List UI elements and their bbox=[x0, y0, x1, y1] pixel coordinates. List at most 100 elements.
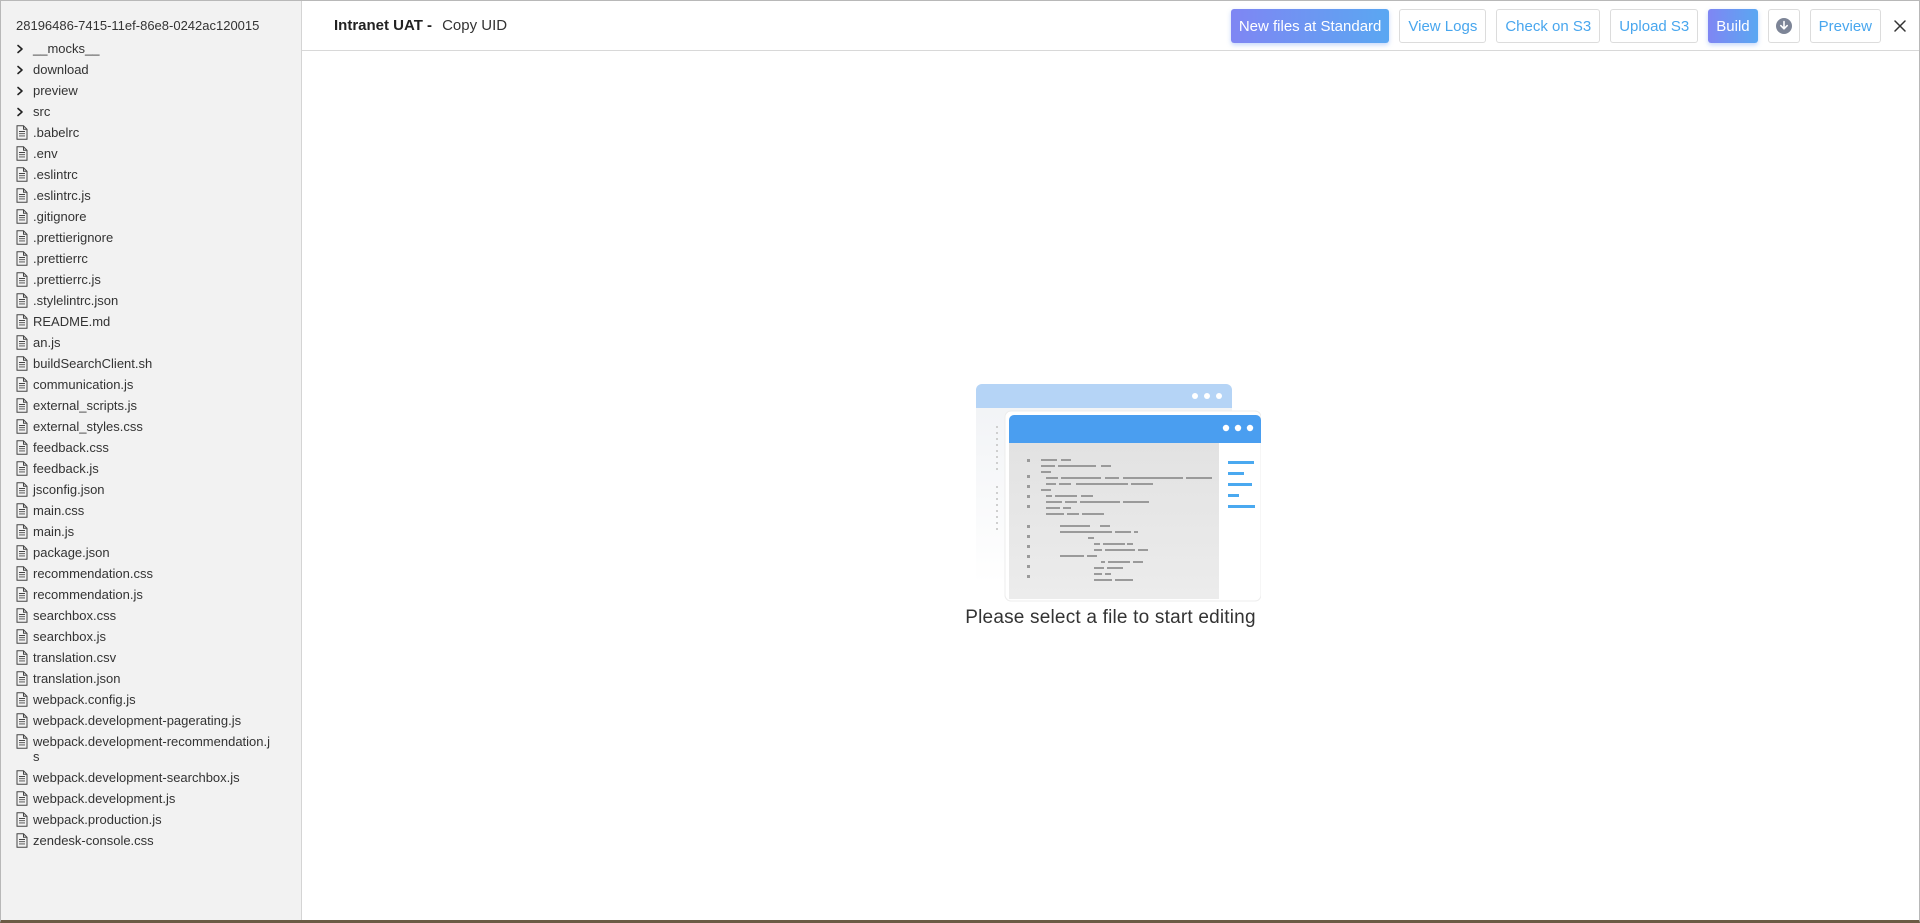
folder-item[interactable]: download bbox=[15, 59, 285, 80]
file-item[interactable]: .gitignore bbox=[15, 206, 285, 227]
folder-item[interactable]: src bbox=[15, 101, 285, 122]
close-icon bbox=[1894, 20, 1906, 32]
file-icon bbox=[15, 209, 29, 224]
file-name: main.js bbox=[33, 524, 75, 539]
file-item[interactable]: webpack.development-pagerating.js bbox=[15, 710, 285, 731]
file-icon bbox=[15, 650, 29, 665]
file-item[interactable]: .eslintrc.js bbox=[15, 185, 285, 206]
app-window: 28196486-7415-11ef-86e8-0242ac120015 __m… bbox=[0, 0, 1920, 923]
file-name: external_styles.css bbox=[33, 419, 143, 434]
file-icon bbox=[15, 629, 29, 644]
file-item[interactable]: main.css bbox=[15, 500, 285, 521]
folder-item[interactable]: __mocks__ bbox=[15, 38, 285, 59]
file-item[interactable]: README.md bbox=[15, 311, 285, 332]
file-icon bbox=[15, 230, 29, 245]
file-icon bbox=[15, 791, 29, 806]
close-button[interactable] bbox=[1885, 9, 1915, 43]
file-item[interactable]: webpack.development.js bbox=[15, 788, 285, 809]
file-item[interactable]: .prettierrc bbox=[15, 248, 285, 269]
copy-uid-button[interactable]: Copy UID bbox=[442, 17, 507, 34]
preview-button[interactable]: Preview bbox=[1809, 9, 1881, 43]
file-name: .babelrc bbox=[33, 125, 80, 140]
file-icon bbox=[15, 377, 29, 392]
file-item[interactable]: feedback.js bbox=[15, 458, 285, 479]
file-name: searchbox.css bbox=[33, 608, 117, 623]
file-name: webpack.development-pagerating.js bbox=[33, 713, 242, 728]
download-icon bbox=[1775, 18, 1792, 34]
file-name: .eslintrc.js bbox=[33, 188, 91, 203]
upload-s3-button[interactable]: Upload S3 bbox=[1610, 9, 1699, 43]
file-icon bbox=[15, 146, 29, 161]
file-item[interactable]: feedback.css bbox=[15, 437, 285, 458]
file-icon bbox=[15, 566, 29, 581]
file-item[interactable]: main.js bbox=[15, 521, 285, 542]
file-name: webpack.development-searchbox.js bbox=[33, 770, 240, 785]
file-item[interactable]: .prettierignore bbox=[15, 227, 285, 248]
file-item[interactable]: package.json bbox=[15, 542, 285, 563]
file-item[interactable]: .babelrc bbox=[15, 122, 285, 143]
file-name: jsconfig.json bbox=[33, 482, 105, 497]
file-icon bbox=[15, 188, 29, 203]
file-icon bbox=[15, 545, 29, 560]
build-button[interactable]: Build bbox=[1708, 9, 1758, 43]
folder-item[interactable]: preview bbox=[15, 80, 285, 101]
file-item[interactable]: .prettierrc.js bbox=[15, 269, 285, 290]
file-icon bbox=[15, 812, 29, 827]
file-item[interactable]: recommendation.css bbox=[15, 563, 285, 584]
file-name: webpack.development-recommendation.js bbox=[33, 734, 271, 764]
file-name: translation.csv bbox=[33, 650, 117, 665]
file-name: zendesk-console.css bbox=[33, 833, 154, 848]
file-item[interactable]: webpack.development-recommendation.js bbox=[15, 731, 285, 767]
file-item[interactable]: webpack.production.js bbox=[15, 809, 285, 830]
file-item[interactable]: an.js bbox=[15, 332, 285, 353]
file-item[interactable]: buildSearchClient.sh bbox=[15, 353, 285, 374]
file-item[interactable]: translation.csv bbox=[15, 647, 285, 668]
file-name: an.js bbox=[33, 335, 61, 350]
download-button[interactable] bbox=[1767, 9, 1800, 43]
file-icon bbox=[15, 587, 29, 602]
file-item[interactable]: searchbox.css bbox=[15, 605, 285, 626]
empty-state-message: Please select a file to start editing bbox=[965, 607, 1256, 628]
file-item[interactable]: .stylelintrc.json bbox=[15, 290, 285, 311]
chevron-right-icon bbox=[15, 83, 25, 98]
file-item[interactable]: translation.json bbox=[15, 668, 285, 689]
file-icon bbox=[15, 482, 29, 497]
file-item[interactable]: webpack.development-searchbox.js bbox=[15, 767, 285, 788]
repository-id: 28196486-7415-11ef-86e8-0242ac120015 bbox=[16, 18, 260, 33]
file-explorer-sidebar: 28196486-7415-11ef-86e8-0242ac120015 __m… bbox=[1, 1, 302, 920]
file-item[interactable]: webpack.config.js bbox=[15, 689, 285, 710]
view-logs-button[interactable]: View Logs bbox=[1399, 9, 1487, 43]
file-name: webpack.config.js bbox=[33, 692, 136, 707]
file-name: .gitignore bbox=[33, 209, 87, 224]
file-icon bbox=[15, 608, 29, 623]
check-s3-button[interactable]: Check on S3 bbox=[1496, 9, 1601, 43]
file-item[interactable]: .eslintrc bbox=[15, 164, 285, 185]
file-icon bbox=[15, 503, 29, 518]
file-name: recommendation.js bbox=[33, 587, 143, 602]
file-item[interactable]: external_styles.css bbox=[15, 416, 285, 437]
file-icon bbox=[15, 671, 29, 686]
file-icon bbox=[15, 335, 29, 350]
file-name: recommendation.css bbox=[33, 566, 153, 581]
file-name: .prettierrc.js bbox=[33, 272, 101, 287]
file-item[interactable]: .env bbox=[15, 143, 285, 164]
file-item[interactable]: external_scripts.js bbox=[15, 395, 285, 416]
file-name: communication.js bbox=[33, 377, 134, 392]
file-name: webpack.development.js bbox=[33, 791, 176, 806]
file-icon bbox=[15, 419, 29, 434]
file-name: .eslintrc bbox=[33, 167, 78, 182]
file-item[interactable]: zendesk-console.css bbox=[15, 830, 285, 851]
empty-state: Please select a file to start editing bbox=[302, 381, 1919, 629]
file-name: README.md bbox=[33, 314, 111, 329]
file-tree: __mocks__ download preview src .babelrc .env.… bbox=[15, 38, 285, 851]
file-item[interactable]: jsconfig.json bbox=[15, 479, 285, 500]
file-icon bbox=[15, 398, 29, 413]
new-files-button[interactable]: New files at Standard bbox=[1230, 9, 1390, 43]
file-name: translation.json bbox=[33, 671, 121, 686]
file-icon bbox=[15, 440, 29, 455]
file-item[interactable]: communication.js bbox=[15, 374, 285, 395]
file-name: external_scripts.js bbox=[33, 398, 138, 413]
file-item[interactable]: recommendation.js bbox=[15, 584, 285, 605]
file-name: feedback.css bbox=[33, 440, 109, 455]
file-item[interactable]: searchbox.js bbox=[15, 626, 285, 647]
